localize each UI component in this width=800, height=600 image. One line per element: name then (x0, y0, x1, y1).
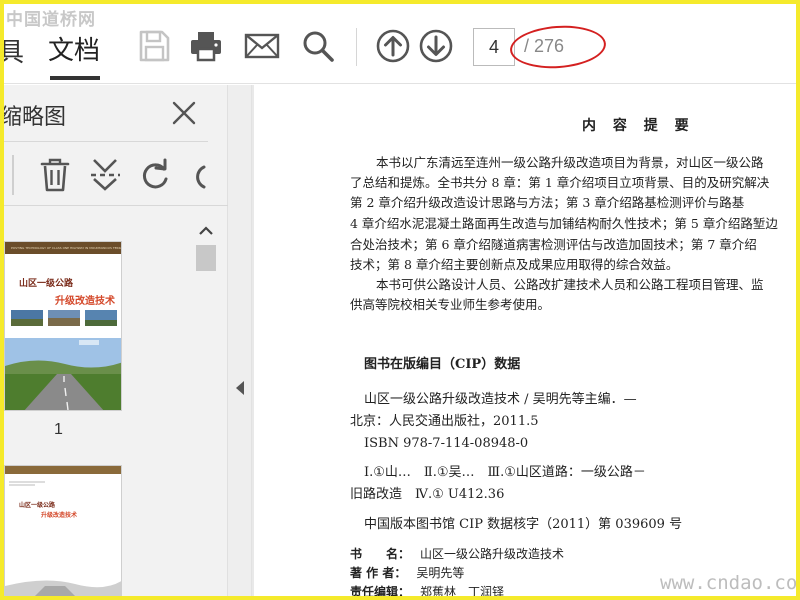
doc-paragraph-line: 供高等院校相关专业师生参考使用。 (350, 297, 551, 312)
cip-title: 图书在版编目（CIP）数据 (364, 357, 521, 372)
cover2-title-2: 升级改造技术 (41, 512, 78, 519)
meta-value: 吴明先等 (416, 566, 465, 580)
cover2-header-band (5, 466, 121, 474)
cip-line: 山区一级公路升级改造技术 / 吴明先等主编．— (364, 392, 637, 407)
doc-paragraph-line: 4 章介绍水泥混凝土路面再生改造与加铺结构耐久性技术；第 5 章介绍路堑边 (350, 216, 778, 231)
page-number-input[interactable]: 4 (473, 28, 515, 66)
menu-tools-partial[interactable]: 具 (4, 32, 24, 69)
doc-paragraph-line: 技术；第 8 章介绍主要创新点及成果应用取得的综合效益。 (350, 257, 679, 272)
cover2-road-image (5, 566, 121, 596)
doc-paragraph-line: 本书可供公路设计人员、公路改扩建技术人员和公路工程项目管理、监 (376, 277, 764, 292)
document-page: 内 容 提 要 本书以广东清远至连州一级公路升级改造项目为背景，对山区一级公路 … (254, 85, 796, 599)
sidebar-divider-2 (4, 205, 228, 206)
doc-heading: 内 容 提 要 (582, 118, 695, 134)
menu-document[interactable]: 文档 (48, 30, 100, 67)
annotation-ellipse (508, 22, 608, 72)
meta-key: 著 作 者： (350, 566, 407, 580)
cover-photo-strip (11, 310, 117, 326)
meta-value: 山区一级公路升级改造技术 (420, 547, 565, 561)
sidebar-collapse-strip[interactable] (228, 85, 252, 596)
print-icon[interactable] (188, 28, 224, 64)
scroll-up-icon[interactable] (194, 219, 218, 243)
cover-header-band: POSTING TECHNOLOGY OF CLASS ONE HIGHWAY … (5, 242, 122, 254)
thumbnail-page-2[interactable]: 山区一级公路 升级改造技术 (4, 465, 122, 596)
watermark-top: 中国道桥网 (6, 10, 96, 30)
meta-line-editor: 责任编辑： 郑蕉林 丁润铎 (350, 583, 505, 599)
cip-line: ISBN 978-7-114-08948-0 (364, 436, 529, 451)
doc-paragraph-line: 合处治技术；第 6 章介绍隧道病害检测评估与改造加固技术；第 7 章介绍 (350, 237, 757, 252)
thumbnail-page-1[interactable]: POSTING TECHNOLOGY OF CLASS ONE HIGHWAY … (4, 241, 122, 411)
cover-road-image (5, 338, 121, 410)
thumbnail-label-1: 1 (54, 421, 63, 438)
tools-separator (12, 155, 14, 195)
meta-line-title: 书 名： 山区一级公路升级改造技术 (350, 545, 564, 563)
document-viewport[interactable]: 内 容 提 要 本书以广东清远至连州一级公路升级改造项目为背景，对山区一级公路 … (252, 85, 796, 596)
meta-value: 郑蕉林 丁润铎 (420, 585, 505, 599)
search-icon[interactable] (300, 28, 336, 64)
meta-key: 责任编辑： (350, 585, 411, 599)
cut-icon[interactable] (88, 157, 122, 193)
scrollbar-thumb[interactable] (196, 245, 216, 271)
toolbar-separator (356, 28, 357, 66)
page-down-icon[interactable] (418, 28, 454, 64)
meta-line-author: 著 作 者： 吴明先等 (350, 564, 464, 582)
watermark-bottom: www.cndao.com (660, 572, 800, 594)
cover-title-2: 升级改造技术 (55, 296, 115, 307)
collapse-left-icon[interactable] (234, 380, 246, 396)
cip-line: 北京：人民交通出版社，2011.5 (350, 414, 539, 429)
cip-line: 中国版本图书馆 CIP 数据核字（2011）第 039609 号 (364, 517, 683, 532)
top-toolbar: 中国道桥网 具 文档 4 / 276 (4, 4, 796, 84)
screenshot-frame: 中国道桥网 具 文档 4 / 276 缩略图 POSTING TECHNOLOG… (0, 0, 800, 600)
meta-key: 书 名： (350, 547, 411, 561)
sidebar-divider (4, 141, 208, 142)
close-icon[interactable] (170, 99, 198, 127)
sidebar-scrollbar[interactable] (194, 219, 218, 596)
page-up-icon[interactable] (375, 28, 411, 64)
doc-paragraph-line: 第 2 章介绍升级改造设计思路与方法；第 3 章介绍路基检测评价与路基 (350, 195, 745, 210)
cip-line: Ⅰ.①山… Ⅱ.①吴… Ⅲ.①山区道路：一级公路－ (364, 465, 646, 480)
cover2-title-1: 山区一级公路 (19, 502, 56, 509)
sidebar-title: 缩略图 (0, 105, 67, 130)
save-icon[interactable] (136, 28, 172, 64)
doc-paragraph-line: 了总结和提炼。全书共分 8 章：第 1 章介绍项目立项背景、目的及研究解决 (350, 175, 770, 190)
cover2-lines (5, 480, 85, 486)
active-menu-indicator (50, 76, 100, 80)
thumbnail-tools (4, 145, 224, 201)
rotate-partial-icon[interactable] (188, 157, 224, 193)
cover-header-text: POSTING TECHNOLOGY OF CLASS ONE HIGHWAY … (11, 246, 122, 250)
thumbnail-sidebar: 缩略图 POSTING TECHNOLOGY OF CLASS ONE HIGH… (4, 85, 228, 596)
cip-line: 旧路改造 Ⅳ.① U412.36 (350, 487, 505, 502)
cover-title-1: 山区一级公路 (19, 279, 74, 289)
rotate-icon[interactable] (138, 157, 172, 193)
delete-icon[interactable] (38, 157, 72, 193)
doc-paragraph-line: 本书以广东清远至连州一级公路升级改造项目为背景，对山区一级公路 (376, 155, 764, 170)
mail-icon[interactable] (244, 28, 280, 64)
